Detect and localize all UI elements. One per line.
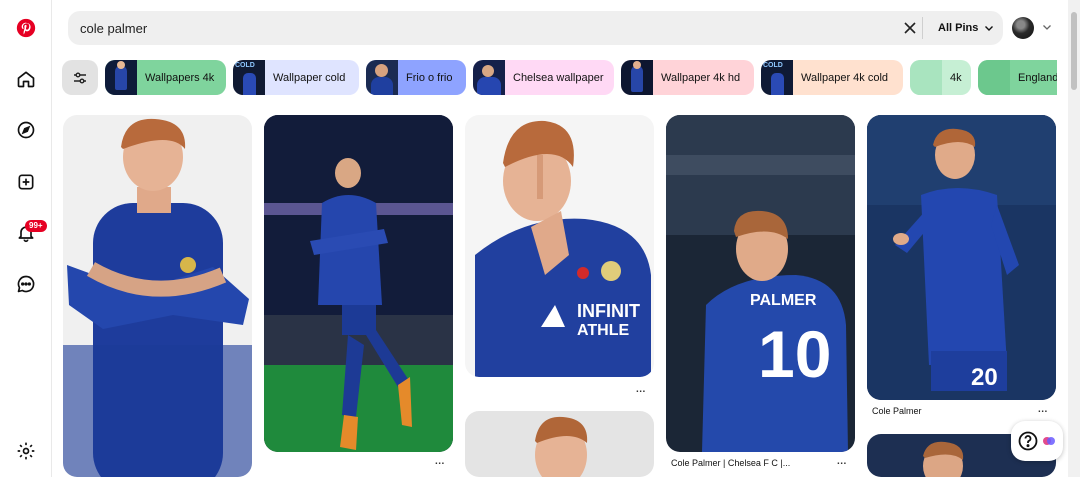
- scrollbar-thumb[interactable]: [1071, 12, 1077, 90]
- sidebar: 99+: [0, 0, 52, 477]
- chip-frio-o-frio[interactable]: Frio o frio: [366, 60, 466, 95]
- pin-card[interactable]: INFINIT ATHLE: [465, 115, 654, 377]
- chip-wallpaper-4k-cold[interactable]: COLD Wallpaper 4k cold: [761, 60, 903, 95]
- chip-label: Wallpaper 4k cold: [801, 71, 889, 84]
- chip-wallpapers-4k[interactable]: Wallpapers 4k: [105, 60, 226, 95]
- pin-image: [535, 416, 588, 477]
- pin-more-options-button[interactable]: ...: [636, 384, 646, 395]
- search-input[interactable]: [80, 20, 880, 36]
- pin-image: 20: [867, 115, 1056, 400]
- pin-card[interactable]: [264, 115, 453, 452]
- pinterest-logo-icon[interactable]: [14, 16, 38, 40]
- chip-thumbnail: [910, 60, 942, 95]
- assistant-icon: [1043, 437, 1055, 445]
- chip-thumbnail: [978, 60, 1010, 95]
- explore-icon[interactable]: [14, 118, 38, 142]
- search-guides-bar: Wallpapers 4k COLD Wallpaper cold Frio o…: [62, 60, 1057, 96]
- pin-image: PALMER 10: [666, 115, 855, 452]
- notification-badge: 99+: [25, 220, 47, 232]
- create-icon[interactable]: [14, 170, 38, 194]
- scrollbar[interactable]: [1068, 0, 1080, 477]
- settings-icon[interactable]: [14, 439, 38, 463]
- chip-thumbnail: [366, 60, 398, 95]
- chip-england[interactable]: England: [978, 60, 1057, 95]
- pin-image: [63, 118, 252, 477]
- pin-image: [264, 115, 453, 452]
- chip-label: Wallpaper 4k hd: [661, 71, 741, 84]
- search-divider: [922, 17, 923, 39]
- svg-text:ATHLE: ATHLE: [577, 322, 629, 339]
- chip-label: Wallpapers 4k: [145, 71, 215, 84]
- pin-card[interactable]: [465, 411, 654, 477]
- chip-label: 4k: [950, 71, 962, 84]
- search-filters-button[interactable]: [62, 60, 98, 95]
- chip-label: Chelsea wallpaper: [513, 71, 604, 84]
- pin-image: INFINIT ATHLE: [475, 120, 651, 377]
- home-icon[interactable]: [14, 67, 38, 91]
- pin-title[interactable]: Cole Palmer | Chelsea F C |...: [671, 458, 790, 468]
- question-icon: [1018, 431, 1038, 451]
- svg-text:20: 20: [971, 364, 998, 391]
- search-bar: All Pins: [68, 11, 1003, 45]
- pin-card[interactable]: 20: [867, 115, 1056, 400]
- chip-wallpaper-4k-hd[interactable]: Wallpaper 4k hd: [621, 60, 754, 95]
- chevron-down-icon: [985, 26, 994, 31]
- pin-more-options-button[interactable]: ...: [1038, 404, 1048, 415]
- chip-wallpaper-cold[interactable]: COLD Wallpaper cold: [233, 60, 359, 95]
- chip-thumbnail: [621, 60, 653, 95]
- clear-search-icon[interactable]: [902, 20, 918, 36]
- svg-text:10: 10: [758, 317, 831, 391]
- filter-label: All Pins: [938, 22, 979, 34]
- sliders-icon: [74, 72, 86, 83]
- chip-4k[interactable]: 4k: [910, 60, 971, 95]
- chip-thumbnail: COLD: [233, 60, 265, 95]
- pin-more-options-button[interactable]: ...: [435, 456, 445, 467]
- pin-more-options-button[interactable]: ...: [837, 456, 847, 467]
- messages-icon[interactable]: [14, 272, 38, 296]
- chip-thumbnail: [105, 60, 137, 95]
- pin-card[interactable]: PALMER 10: [666, 115, 855, 452]
- help-button[interactable]: [1011, 421, 1063, 461]
- svg-text:PALMER: PALMER: [750, 292, 817, 309]
- chip-thumbnail: COLD: [761, 60, 793, 95]
- svg-text:INFINIT: INFINIT: [577, 301, 640, 321]
- account-chevron-icon[interactable]: [1042, 22, 1052, 32]
- chip-label: Wallpaper cold: [273, 71, 346, 84]
- avatar[interactable]: [1012, 17, 1034, 39]
- chip-thumbnail: [473, 60, 505, 95]
- chip-label: England: [1018, 71, 1057, 84]
- all-pins-filter-button[interactable]: All Pins: [938, 11, 994, 45]
- pin-card[interactable]: [63, 115, 252, 477]
- pin-title[interactable]: Cole Palmer: [872, 406, 922, 416]
- chip-label: Frio o frio: [406, 71, 453, 84]
- chip-chelsea-wallpaper[interactable]: Chelsea wallpaper: [473, 60, 614, 95]
